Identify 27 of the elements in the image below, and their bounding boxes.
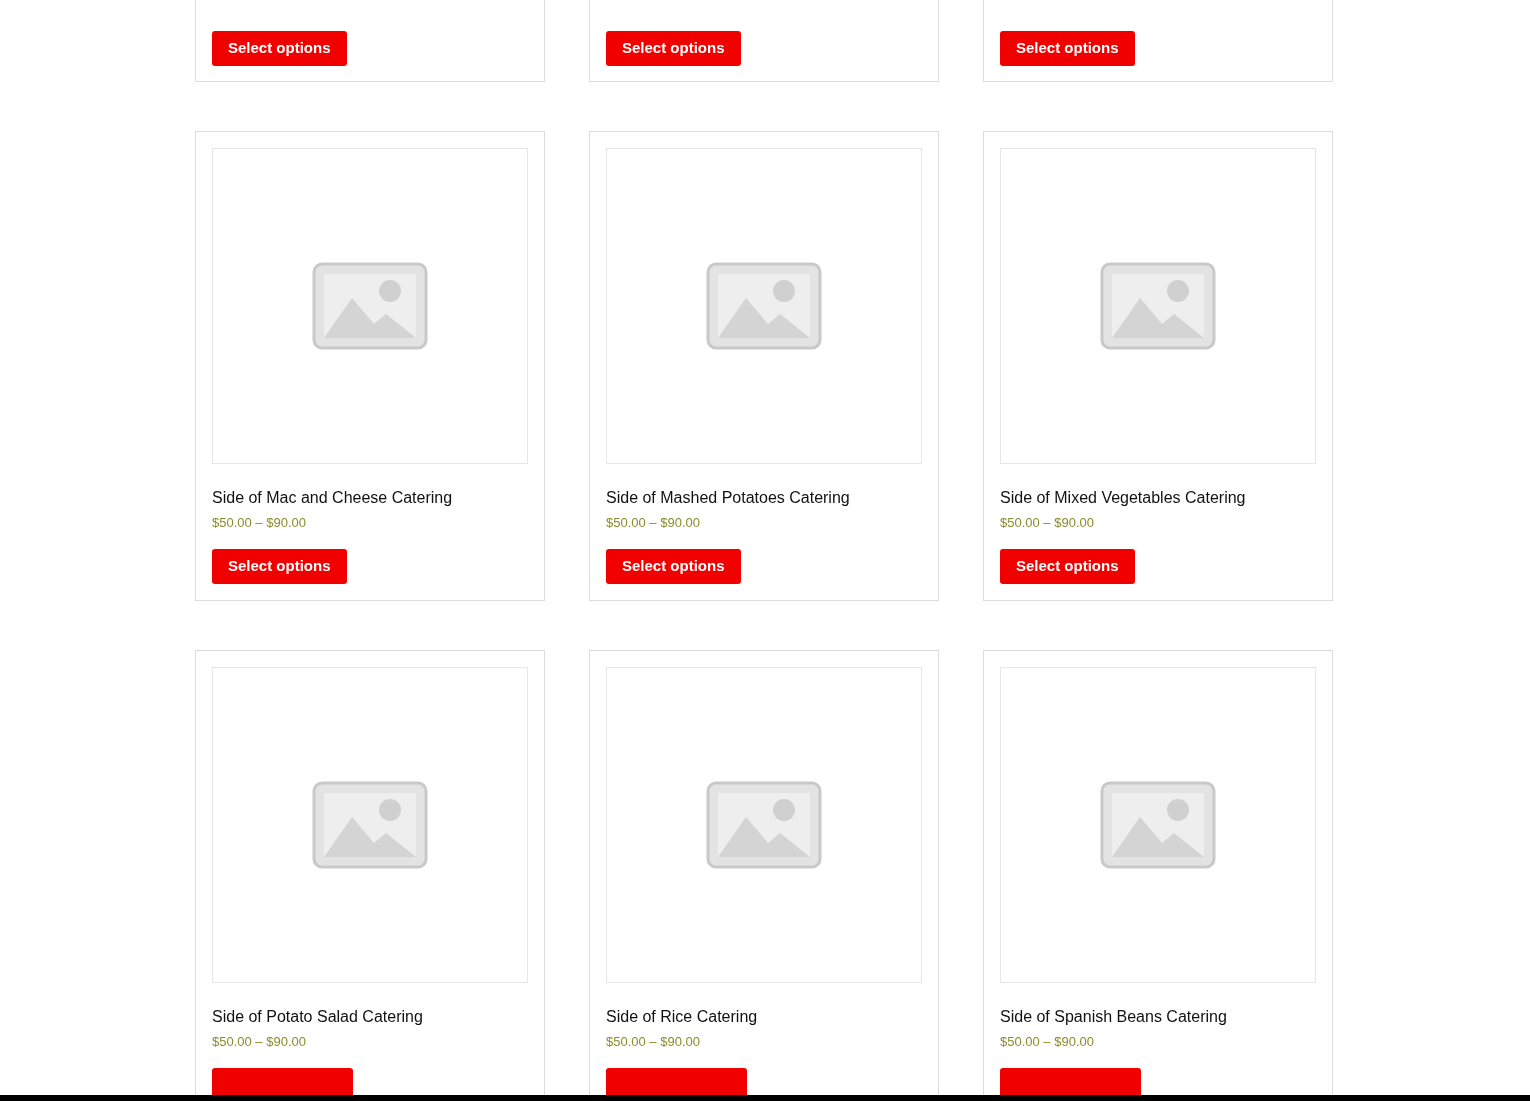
image-icon <box>312 781 428 869</box>
product-title[interactable]: Side of Spanish Beans Catering <box>1000 1007 1316 1027</box>
product-price: $50.00 – $90.00 <box>212 1034 307 1050</box>
select-options-button[interactable] <box>1000 1068 1141 1095</box>
image-icon <box>312 262 428 350</box>
product-title[interactable]: Side of Rice Catering <box>606 1007 922 1027</box>
select-options-button[interactable]: Select options <box>606 549 741 584</box>
product-price: $50.00 – $90.00 <box>1000 515 1095 531</box>
select-options-button[interactable] <box>212 1068 353 1095</box>
product-title[interactable]: Side of Potato Salad Catering <box>212 1007 528 1027</box>
product-title[interactable]: Side of Mixed Vegetables Catering <box>1000 488 1316 508</box>
image-icon <box>706 262 822 350</box>
product-title[interactable]: Side of Mashed Potatoes Catering <box>606 488 922 508</box>
image-icon <box>1100 781 1216 869</box>
select-options-button[interactable]: Select options <box>212 549 347 584</box>
image-icon <box>706 781 822 869</box>
product-price: $50.00 – $90.00 <box>606 1034 701 1050</box>
select-options-button[interactable]: Select options <box>1000 31 1135 66</box>
product-price: $50.00 – $90.00 <box>212 515 307 531</box>
select-options-button[interactable]: Select options <box>1000 549 1135 584</box>
product-title[interactable]: Side of Mac and Cheese Catering <box>212 488 528 508</box>
select-options-button[interactable]: Select options <box>212 31 347 66</box>
select-options-button[interactable] <box>606 1068 747 1095</box>
image-icon <box>1100 262 1216 350</box>
select-options-button[interactable]: Select options <box>606 31 741 66</box>
product-price: $50.00 – $90.00 <box>1000 1034 1095 1050</box>
product-price: $50.00 – $90.00 <box>606 515 701 531</box>
